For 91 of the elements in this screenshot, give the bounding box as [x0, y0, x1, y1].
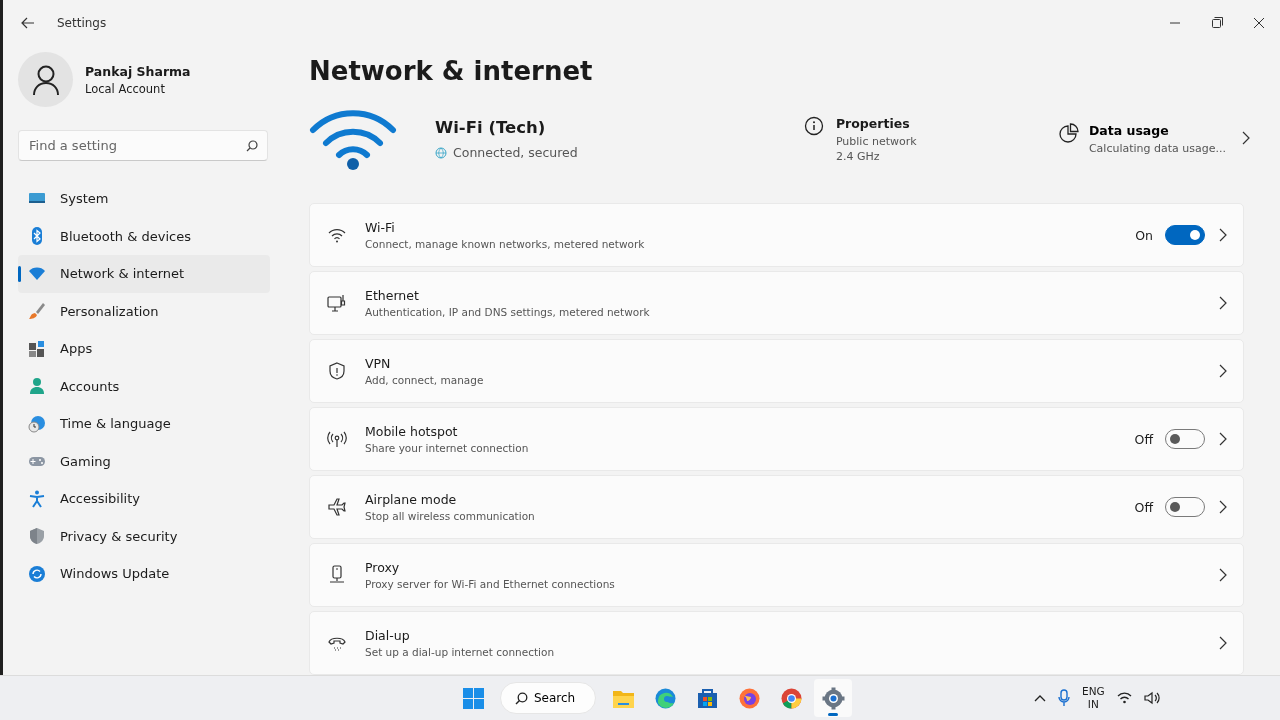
setting-title: Dial-up: [365, 628, 411, 643]
setting-description: Connect, manage known networks, metered network: [365, 238, 646, 250]
wifi-icon: [309, 108, 397, 170]
toggle-switch[interactable]: [1165, 225, 1205, 245]
search-icon: [515, 691, 528, 705]
sidebar-item[interactable]: System: [18, 180, 270, 218]
chrome-icon: [779, 686, 803, 710]
taskbar-app-button[interactable]: [814, 679, 852, 717]
sidebar-item[interactable]: Privacy & security: [18, 517, 270, 555]
settings-card[interactable]: Dial-up Set up a dial-up internet connection: [309, 611, 1244, 675]
windows-icon: [461, 686, 485, 710]
toggle-state: Off: [1134, 431, 1153, 447]
restore-icon: [1211, 17, 1223, 28]
setting-description: Stop all wireless communication: [365, 510, 536, 522]
frequency-label: 2.4 GHz: [835, 149, 881, 163]
setting-title: Airplane mode: [365, 492, 458, 507]
sidebar-item[interactable]: Personalization: [18, 292, 270, 330]
airplane-icon: [327, 497, 347, 517]
search-icon: [246, 140, 258, 152]
toggle-state: On: [1135, 227, 1153, 243]
caret-icon: [1034, 694, 1046, 702]
monitor-icon: [327, 293, 347, 313]
pie-chart-icon: [1058, 123, 1079, 143]
globe-clock-icon: [28, 414, 46, 433]
setting-description: Add, connect, manage: [365, 374, 485, 386]
setting-description: Authentication, IP and DNS settings, metered network: [365, 306, 651, 318]
settings-card[interactable]: VPN Add, connect, manage: [309, 339, 1244, 403]
settings-card[interactable]: Wi-Fi Connect, manage known networks, metered network On: [309, 203, 1244, 267]
toggle-switch[interactable]: [1165, 497, 1205, 517]
chevron-icon: [1219, 636, 1227, 650]
sidebar-item[interactable]: Time & language: [18, 405, 270, 443]
update-icon: [28, 564, 46, 583]
sidebar-item[interactable]: Gaming: [18, 442, 270, 480]
person-icon: [28, 377, 46, 396]
store-icon: [695, 686, 719, 710]
setting-description: Set up a dial-up internet connection: [365, 646, 556, 658]
settings-card[interactable]: Ethernet Authentication, IP and DNS settings, metered network: [309, 271, 1244, 335]
window-title: Settings: [57, 15, 107, 30]
settings-card[interactable]: Proxy Proxy server for Wi-Fi and Ethernet connections: [309, 543, 1244, 607]
setting-description: Share your internet connection: [365, 442, 530, 454]
data-usage-link[interactable]: Data usage Calculating data usage...: [1058, 123, 1250, 155]
chevron-icon: [1219, 228, 1227, 242]
chevron-icon: [1219, 296, 1227, 310]
apps-icon: [28, 339, 46, 358]
chevron-icon: [1219, 500, 1227, 514]
close-icon: [1254, 17, 1264, 28]
paintbrush-icon: [28, 302, 46, 321]
settings-card[interactable]: Airplane mode Stop all wireless communication Off: [309, 475, 1244, 539]
server-icon: [327, 565, 347, 585]
wifi-icon: [1116, 692, 1132, 704]
setting-title: VPN: [365, 356, 392, 371]
antenna-icon: [327, 429, 347, 449]
sidebar-item[interactable]: Network & internet: [18, 255, 270, 293]
sidebar-item[interactable]: Accounts: [18, 367, 270, 405]
toggle-switch[interactable]: [1165, 429, 1205, 449]
setting-title: Mobile hotspot: [365, 424, 459, 439]
setting-title: Proxy: [365, 560, 401, 575]
back-arrow-icon: [21, 16, 35, 29]
network-type-label: Public network: [835, 134, 917, 148]
chevron-icon: [1219, 432, 1227, 446]
setting-title: Wi-Fi: [365, 220, 396, 235]
accessibility-icon: [28, 489, 46, 508]
connection-status: Connected, secured: [453, 145, 578, 160]
gear-icon: [821, 686, 845, 710]
setting-description: Proxy server for Wi-Fi and Ethernet connections: [365, 578, 616, 590]
shield-icon: [28, 527, 46, 546]
chevron-icon: [1219, 568, 1227, 582]
taskbar-search-button[interactable]: Search: [500, 682, 596, 714]
properties-link[interactable]: Properties: [835, 115, 917, 131]
network-name: Wi-Fi (Tech): [435, 118, 547, 137]
sidebar-item[interactable]: Windows Update: [18, 555, 270, 593]
info-icon: [803, 115, 824, 136]
search-field[interactable]: Find a setting: [18, 130, 268, 161]
sidebar-item[interactable]: Bluetooth & devices: [18, 217, 270, 255]
account-type: Local Account: [85, 81, 166, 96]
sidebar-item[interactable]: Apps: [18, 330, 270, 368]
settings-card[interactable]: Mobile hotspot Share your internet connection Off: [309, 407, 1244, 471]
globe-icon: [435, 146, 447, 159]
toggle-state: Off: [1134, 499, 1153, 515]
speaker-icon: [1143, 691, 1160, 705]
shield-icon: [327, 361, 347, 381]
browser-icon: [653, 686, 677, 710]
chevron-icon: [1219, 364, 1227, 378]
setting-title: Ethernet: [365, 288, 420, 303]
microphone-icon: [1058, 689, 1070, 707]
profile-name: Pankaj Sharma: [85, 63, 191, 79]
page-title: Network & internet: [309, 55, 594, 87]
minimize-icon: [1170, 21, 1180, 24]
language-indicator[interactable]: ENG IN: [1082, 685, 1105, 711]
chevron-icon: [1242, 131, 1250, 145]
sidebar-item[interactable]: Accessibility: [18, 480, 270, 518]
